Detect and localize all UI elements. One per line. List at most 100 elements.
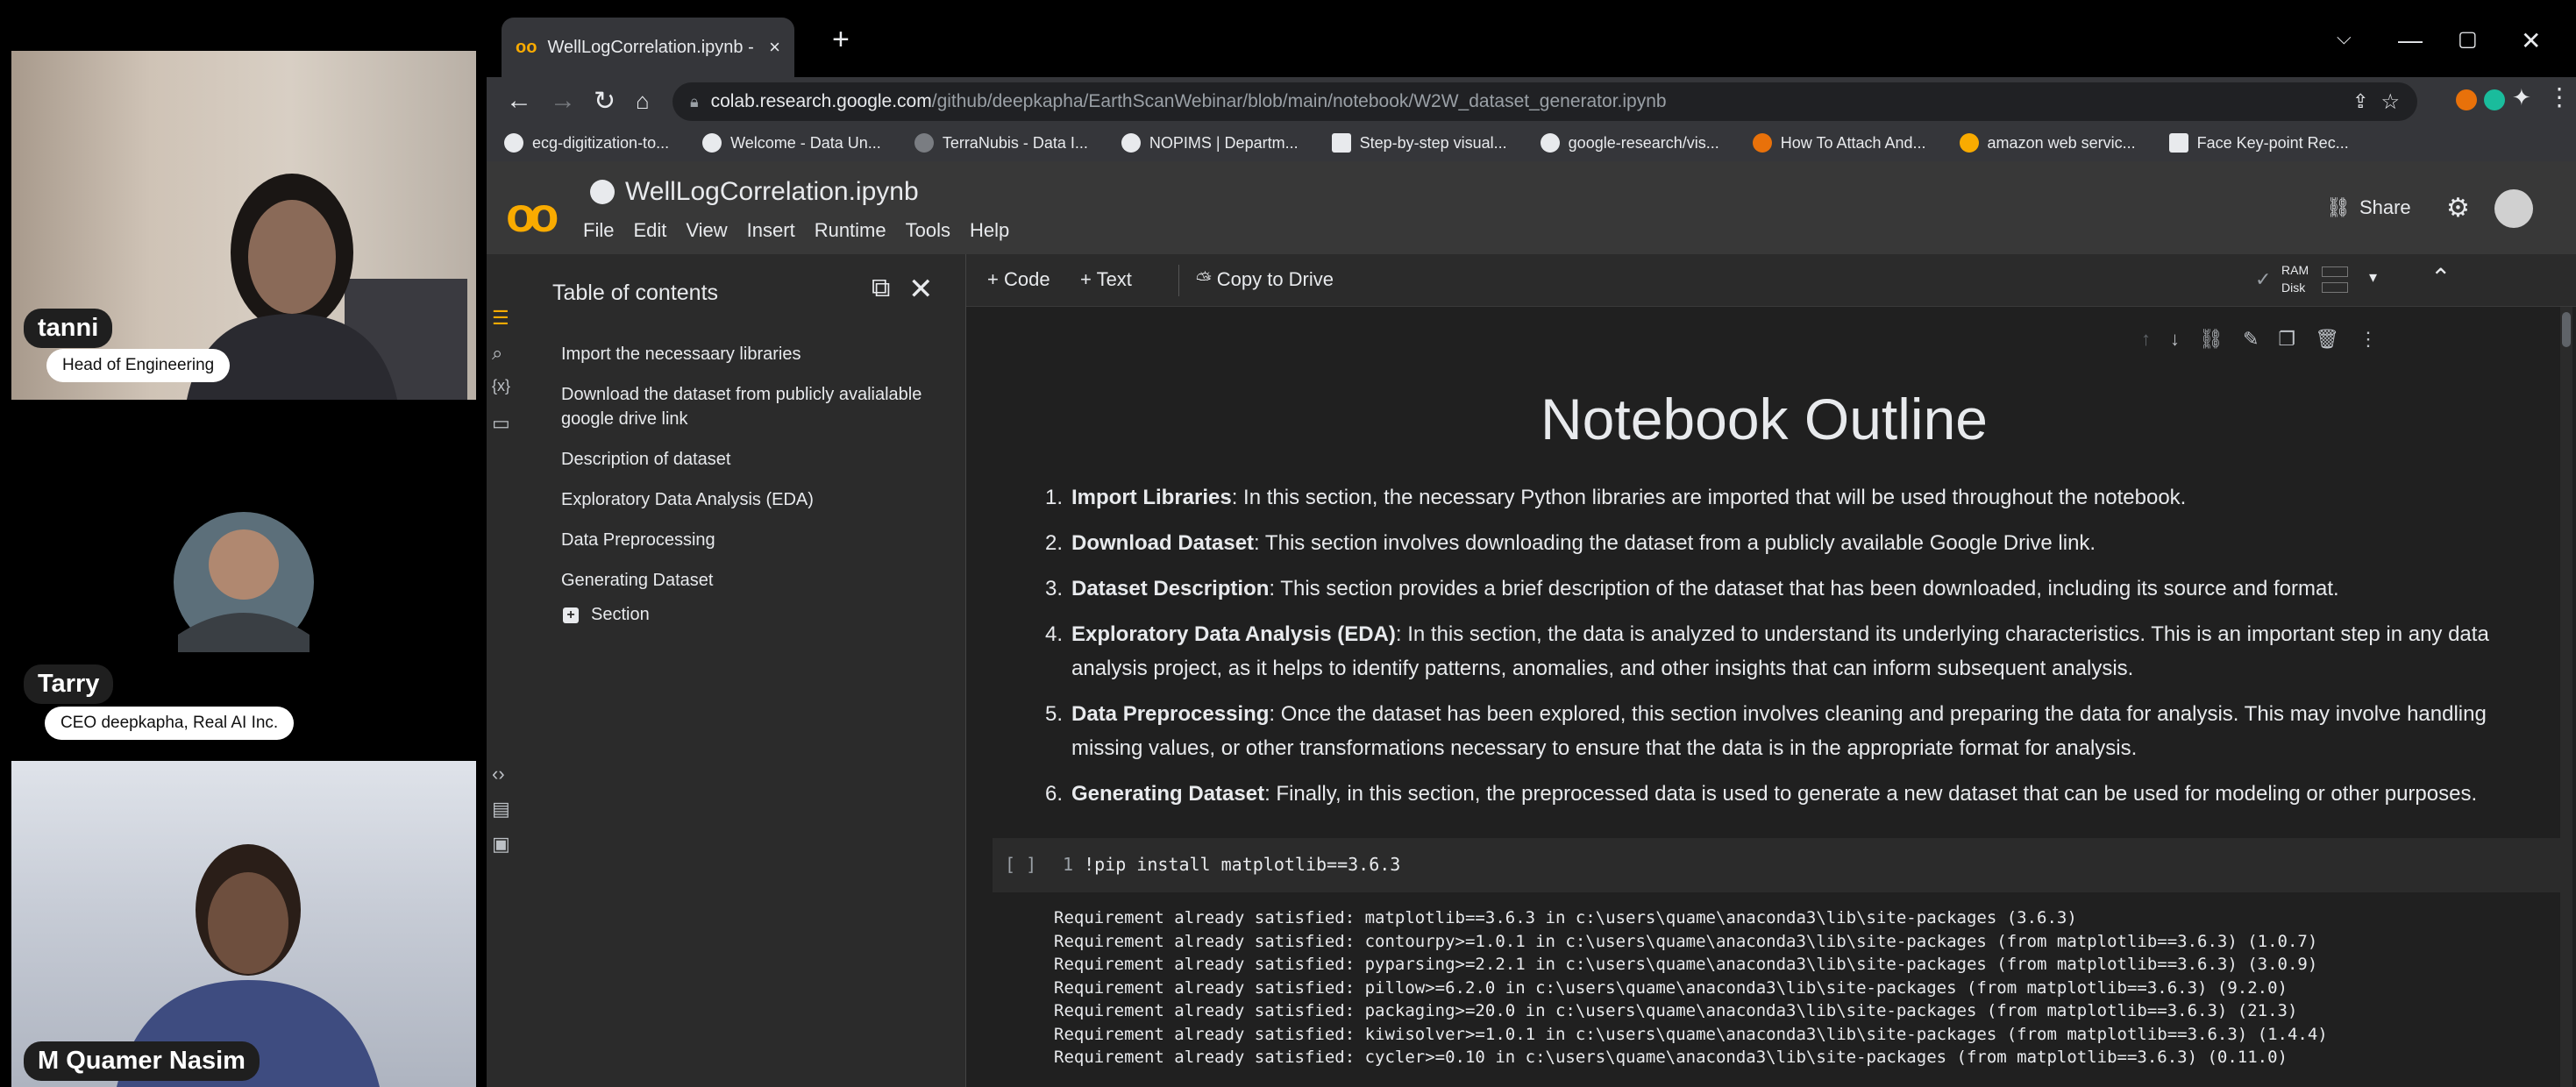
toc-item-download-dataset[interactable]: Download the dataset from publicly avali… (561, 382, 947, 431)
toc-item-import-libraries[interactable]: Import the necessaary libraries (561, 342, 947, 366)
notebook-title[interactable]: WellLogCorrelation.ipynb (590, 177, 919, 207)
tab-title: WellLogCorrelation.ipynb - Colab (547, 37, 758, 57)
menu-file[interactable]: File (583, 219, 614, 242)
bookmark-item[interactable]: google-research/vis... (1540, 133, 1719, 153)
new-tab-icon[interactable]: + (832, 23, 850, 57)
run-cell-button[interactable]: [ ] (1005, 854, 1036, 875)
extension-icon-2[interactable] (2484, 89, 2505, 110)
notebook-area: + Code + Text ⛅︎ Copy to Drive ✓ RAM Dis… (966, 254, 2576, 1087)
maximize-icon[interactable]: ▢ (2458, 26, 2478, 52)
close-window-icon[interactable]: ✕ (2521, 26, 2541, 55)
address-bar[interactable]: 🔒︎ colab.research.google.com/github/deep… (672, 82, 2417, 121)
plus-icon: + (563, 607, 579, 623)
outline-item: 3. Dataset Description: This section prov… (1045, 572, 2527, 606)
bookmark-item[interactable]: Face Key-point Rec... (2168, 133, 2349, 153)
code-snippets-icon[interactable]: ‹› (492, 763, 505, 785)
add-text-button[interactable]: + Text (1080, 268, 1132, 291)
close-tab-icon[interactable]: × (769, 36, 780, 59)
outline-item: 2. Download Dataset: This section involve… (1045, 526, 2527, 560)
add-section-button[interactable]: + Section (563, 605, 650, 625)
close-icon[interactable]: ✕ (908, 272, 934, 307)
bookmark-item[interactable]: ecg-digitization-to... (504, 133, 669, 153)
outline-text: : This section provides a brief descript… (1269, 577, 2339, 600)
video-icon (1331, 133, 1351, 153)
github-icon (1540, 133, 1560, 153)
folder-icon[interactable]: ▭ (492, 412, 510, 435)
code-editor[interactable]: 1 !pip install matplotlib==3.6.3 (1063, 854, 1400, 875)
toc-item-eda[interactable]: Exploratory Data Analysis (EDA) (561, 487, 947, 512)
menu-runtime[interactable]: Runtime (815, 219, 886, 242)
terminal-icon[interactable]: ▣ (492, 833, 510, 856)
share-label: Share (2359, 196, 2411, 218)
participant-tile-1[interactable]: tanni Head of Engineering (11, 51, 476, 400)
copy-to-drive-button[interactable]: ⛅︎ Copy to Drive (1196, 268, 1334, 291)
outline-num: 3. (1045, 577, 1064, 600)
url-domain: colab.research.google.com (710, 91, 932, 111)
colab-favicon-icon: oo (516, 37, 537, 57)
participant-name-2: Tarry (24, 664, 114, 704)
github-icon (504, 133, 523, 153)
forward-arrow-icon[interactable]: → (550, 86, 576, 116)
tab-search-chevron-icon[interactable]: ⌵ (2337, 26, 2352, 49)
output-line: Requirement already satisfied: pyparsing… (1054, 955, 2318, 974)
url-path: /github/deepkapha/EarthScanWebinar/blob/… (931, 91, 1667, 111)
colab-logo-icon[interactable]: oo (506, 186, 559, 243)
tab-strip: oo WellLogCorrelation.ipynb - Colab × + … (487, 0, 2576, 77)
bookmark-item[interactable]: How To Attach And... (1752, 133, 1926, 153)
code-cell[interactable]: [ ] 1 !pip install matplotlib==3.6.3 (993, 838, 2562, 892)
scrollbar-thumb[interactable] (2562, 312, 2571, 347)
outline-bold: Data Preprocessing (1071, 702, 1270, 726)
runtime-dropdown-icon[interactable]: ▾ (2369, 268, 2377, 287)
collapse-header-icon[interactable]: ⌃ (2430, 263, 2451, 292)
notebook-scrollbar[interactable] (2560, 307, 2572, 1087)
bookmark-label: TerraNubis - Data I... (942, 133, 1088, 152)
gear-icon[interactable]: ⚙︎ (2446, 193, 2470, 224)
share-button[interactable]: ⛓︎ Share (2326, 196, 2411, 219)
account-avatar[interactable] (2494, 189, 2533, 228)
outline-num: 2. (1045, 531, 1064, 555)
share-page-icon[interactable]: ⇪ (2352, 90, 2368, 113)
menu-tools[interactable]: Tools (906, 219, 950, 242)
output-line: Requirement already satisfied: pillow>=6… (1054, 977, 2288, 998)
open-in-tab-icon[interactable]: ⧉ (872, 274, 890, 303)
home-icon[interactable]: ⌂ (636, 88, 650, 115)
bookmark-star-icon[interactable]: ☆ (2380, 89, 2400, 115)
bookmark-item[interactable]: amazon web servic... (1959, 133, 2136, 153)
disk-bar (2322, 282, 2348, 293)
browser-tab-active[interactable]: oo WellLogCorrelation.ipynb - Colab × (502, 18, 794, 77)
menu-insert[interactable]: Insert (747, 219, 795, 242)
outline-num: 6. (1045, 782, 1064, 806)
toc-item-description[interactable]: Description of dataset (561, 447, 947, 472)
add-code-button[interactable]: + Code (987, 268, 1050, 291)
markdown-cell[interactable]: Notebook Outline 1. Import Libraries: In … (993, 316, 2536, 806)
participant-video-3 (117, 844, 380, 1087)
bookmark-label: Welcome - Data Un... (730, 133, 881, 152)
bookmark-label: google-research/vis... (1568, 133, 1719, 152)
menu-view[interactable]: View (686, 219, 727, 242)
toc-list-icon[interactable]: ☰ (492, 307, 509, 330)
back-arrow-icon[interactable]: ← (506, 86, 532, 116)
bookmark-item[interactable]: TerraNubis - Data I... (914, 133, 1088, 153)
toc-item-generating-dataset[interactable]: Generating Dataset (561, 568, 947, 593)
toc-item-preprocessing[interactable]: Data Preprocessing (561, 528, 947, 552)
bookmark-item[interactable]: NOPIMS | Departm... (1121, 133, 1299, 153)
menu-help[interactable]: Help (970, 219, 1009, 242)
resource-monitor[interactable]: RAM Disk (2281, 261, 2309, 296)
browser-menu-icon[interactable]: ⋮ (2547, 82, 2572, 111)
ram-label: RAM (2281, 263, 2309, 277)
participant-tile-3[interactable]: M Quamer Nasim (11, 761, 476, 1087)
outline-text: : In this section, the necessary Python … (1231, 486, 2187, 509)
extension-icon-1[interactable] (2456, 89, 2477, 110)
copy-to-drive-label: Copy to Drive (1216, 268, 1334, 290)
command-palette-icon[interactable]: ▤ (492, 798, 510, 821)
bookmark-item[interactable]: Welcome - Data Un... (702, 133, 881, 153)
puzzle-extensions-icon[interactable]: ✦ (2512, 84, 2531, 111)
participant-tile-2[interactable]: Tarry CEO deepkapha, Real AI Inc. (11, 433, 476, 759)
variables-icon[interactable]: {x} (492, 377, 510, 395)
bookmark-item[interactable]: Step-by-step visual... (1331, 133, 1507, 153)
search-icon[interactable]: ⌕ (492, 342, 502, 365)
menu-edit[interactable]: Edit (633, 219, 666, 242)
outline-list: 1. Import Libraries: In this section, the… (1045, 480, 2527, 822)
reload-icon[interactable]: ↻ (594, 86, 616, 117)
minimize-icon[interactable]: — (2398, 26, 2423, 54)
